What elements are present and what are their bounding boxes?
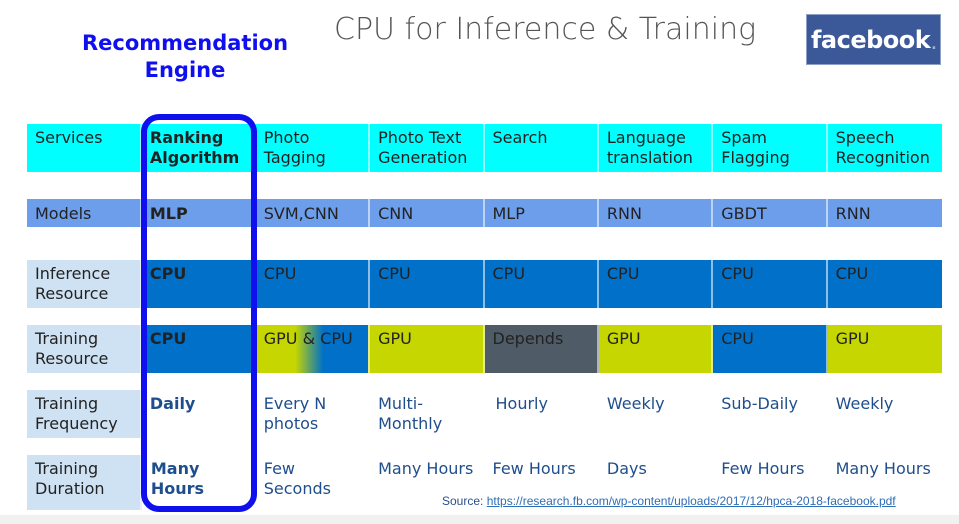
models-cell: SVM,CNN <box>256 199 371 227</box>
frequency-cell: Sub-Daily <box>713 390 828 438</box>
table-row-training-resource: Training Resource CPU GPU & CPU GPU Depe… <box>27 325 942 373</box>
footer-bar <box>0 515 959 524</box>
frequency-cell: Weekly <box>599 390 714 438</box>
frequency-cell: Hourly <box>485 390 599 438</box>
table-row-training-frequency: Training Frequency Daily Every N photos … <box>27 390 942 438</box>
callout-line-2: Engine <box>144 58 226 82</box>
frequency-cell: Weekly <box>835 394 894 413</box>
row-label-training-duration: Training Duration <box>27 455 142 510</box>
services-cell: Photo Tagging <box>256 124 371 172</box>
services-cell: Language translation <box>599 124 714 172</box>
training-resource-cell: GPU <box>598 325 714 373</box>
training-resource-cell: GPU <box>827 325 942 373</box>
inference-cell: CPU <box>142 260 256 308</box>
inference-cell: CPU <box>370 260 485 308</box>
table-row-models: Models MLP SVM,CNN CNN MLP RNN GBDT RNN <box>27 199 942 227</box>
table-row-services: Services Ranking Algorithm Photo Tagging… <box>27 124 942 172</box>
row-label-inference: Inference Resource <box>27 260 142 308</box>
table-row-inference-resource: Inference Resource CPU CPU CPU CPU CPU C… <box>27 260 942 308</box>
inference-cell: CPU <box>256 260 371 308</box>
callout-line-1: Recommendation <box>81 31 289 55</box>
frequency-cell: Every N photos <box>256 390 371 438</box>
frequency-cell: Daily <box>142 390 256 438</box>
logo-text: facebook <box>810 25 931 54</box>
inference-cell: CPU <box>713 260 828 308</box>
row-label-models: Models <box>27 199 142 227</box>
inference-cell: CPU <box>485 260 599 308</box>
services-cell: Search <box>485 124 599 172</box>
page-title: CPU for Inference & Training <box>334 12 757 47</box>
inference-cell: CPU <box>599 260 714 308</box>
models-cell: MLP <box>485 199 599 227</box>
inference-cell: CPU <box>835 264 869 283</box>
services-cell: Spam Flagging <box>713 124 828 172</box>
models-cell: MLP <box>142 199 256 227</box>
row-label-training-frequency: Training Frequency <box>27 390 142 438</box>
training-resource-cell: CPU <box>713 325 828 373</box>
services-cell: Speech Recognition <box>835 128 930 167</box>
source-label: Source: <box>442 494 484 508</box>
models-cell: RNN <box>599 199 714 227</box>
recommendation-engine-callout: Recommendation Engine <box>70 30 300 84</box>
duration-cell: Many Hours <box>142 455 256 510</box>
ranking-column-highlight <box>141 114 257 512</box>
training-resource-cell: Depends <box>484 325 599 373</box>
training-resource-cell: CPU <box>141 325 256 373</box>
source-link[interactable]: https://research.fb.com/wp-content/uploa… <box>487 494 896 508</box>
duration-cell: Few Seconds <box>256 455 371 510</box>
logo-dot: . <box>931 36 937 53</box>
models-cell: RNN <box>835 204 871 223</box>
training-resource-cell: GPU & CPU <box>255 325 371 373</box>
models-cell: GBDT <box>713 199 828 227</box>
facebook-logo: facebook. <box>806 14 941 65</box>
row-label-training-resource: Training Resource <box>27 325 142 373</box>
services-cell: Ranking Algorithm <box>142 124 256 172</box>
frequency-cell: Multi-Monthly <box>370 390 485 438</box>
models-cell: CNN <box>370 199 485 227</box>
services-cell: Photo Text Generation <box>370 124 485 172</box>
training-resource-cell: GPU <box>370 325 485 373</box>
source-citation: Source: https://research.fb.com/wp-conte… <box>442 494 896 508</box>
row-label-services: Services <box>27 124 142 172</box>
